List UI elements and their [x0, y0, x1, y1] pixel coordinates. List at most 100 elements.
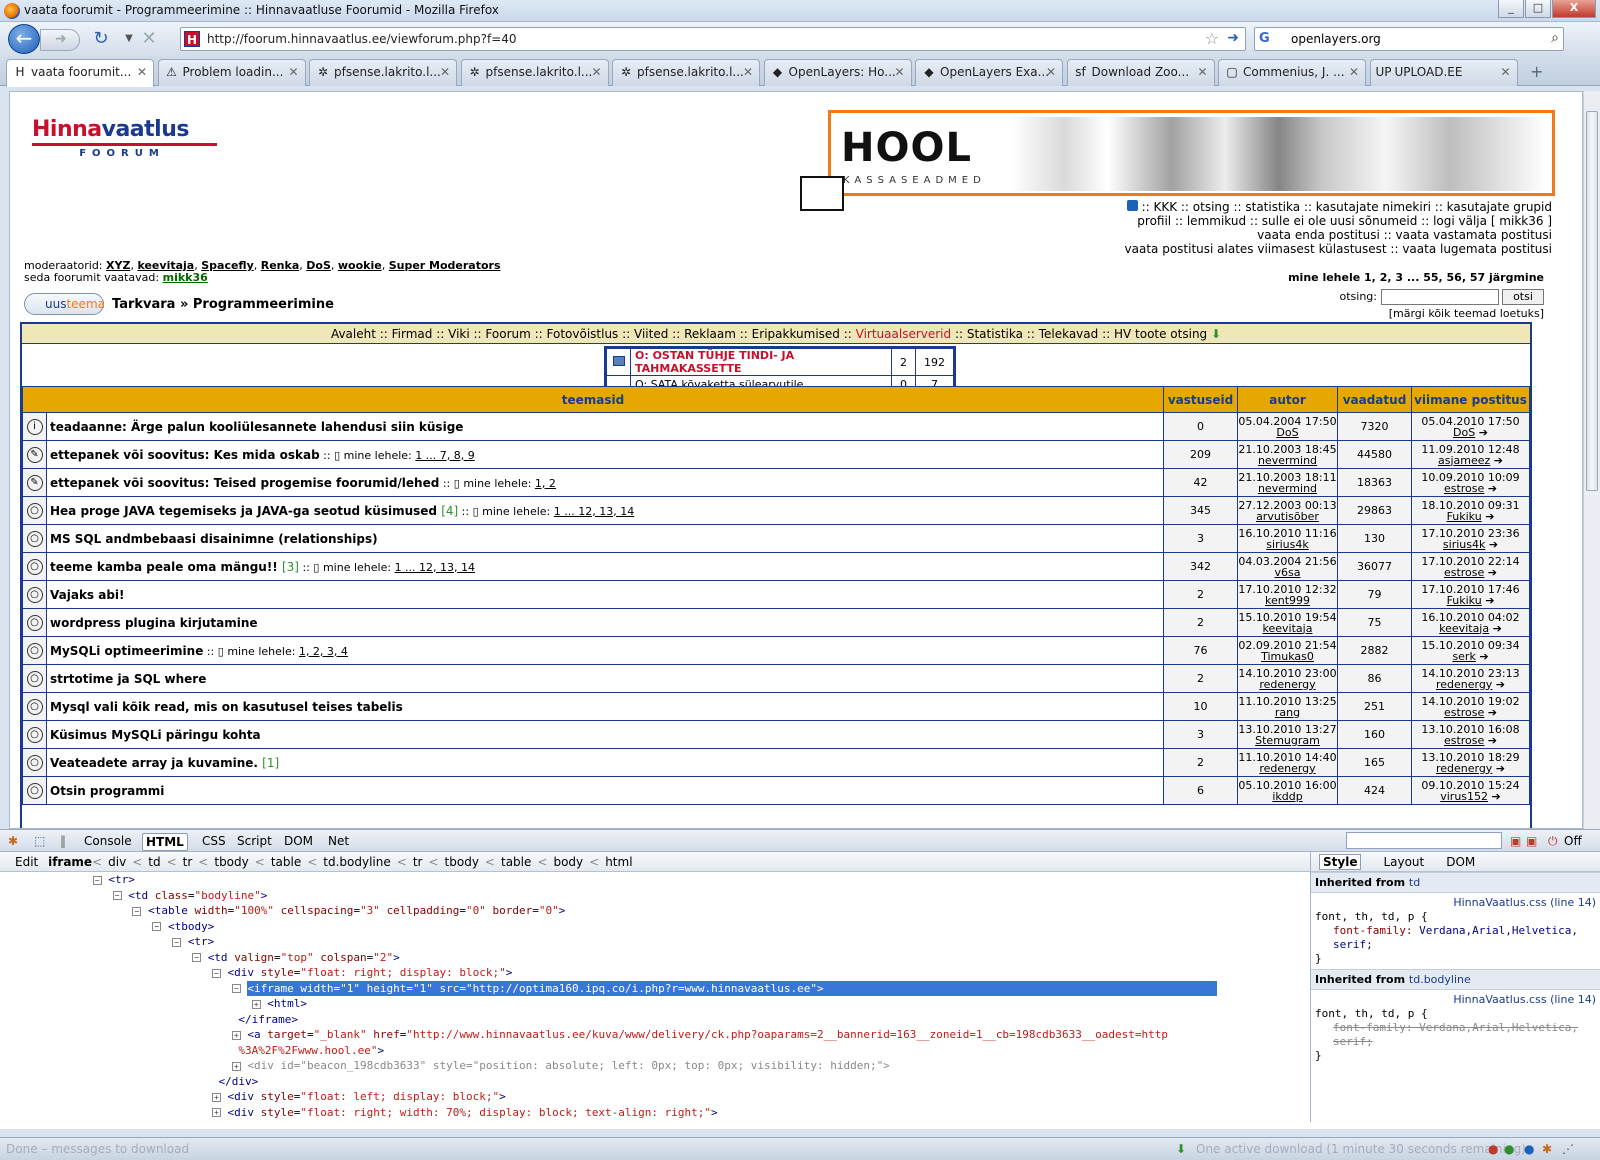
css-source-link[interactable]: HinnaVaatlus.css (line 14) — [1453, 896, 1596, 910]
css-property[interactable]: font-family: — [1333, 924, 1412, 937]
firebug-tab-net[interactable]: Net — [328, 833, 349, 849]
topic-title[interactable]: Hea proge JAVA tegemiseks ja JAVA-ga seo… — [50, 504, 437, 518]
ad-title[interactable]: O: OSTAN TÜHJE TINDI- JA TAHMAKASSETTE — [630, 348, 892, 376]
firebug-bug-icon[interactable]: ✱ — [8, 833, 18, 849]
back-button[interactable]: ← — [8, 24, 40, 54]
firebug-status-icon[interactable]: ✱ — [1542, 1138, 1552, 1160]
topic-title[interactable]: Vajaks abi! — [50, 588, 125, 602]
goto-last-post-icon[interactable]: ➔ — [1482, 510, 1494, 523]
author-link[interactable]: redenergy — [1259, 762, 1315, 775]
table-row[interactable]: i teadaanne: Ärge palun kooliülesannete l… — [22, 412, 1530, 441]
goto-last-post-icon[interactable]: ➔ — [1475, 426, 1488, 439]
table-row[interactable]: ○ Küsimus MySQLi päringu kohta 3 13.10.2010… — [22, 720, 1530, 749]
last-post-user[interactable]: DoS — [1453, 426, 1475, 439]
topic-title[interactable]: Otsin programmi — [50, 784, 164, 798]
goto-last-post-icon[interactable]: ➔ — [1492, 762, 1505, 775]
table-row[interactable]: ○ Otsin programmi 6 05.10.2010 16:00 ikddp 42… — [22, 776, 1530, 805]
goto-last-post-icon[interactable]: ➔ — [1482, 594, 1494, 607]
status-right[interactable]: One active download (1 minute 30 seconds… — [1196, 1138, 1526, 1160]
side-tab-style[interactable]: Style — [1319, 854, 1362, 870]
stop-icon[interactable]: ✕ — [138, 28, 160, 50]
goto-last-post-icon[interactable]: ➔ — [1484, 706, 1497, 719]
css-value-3[interactable]: Verdana,Arial,Helvetica, — [1419, 1021, 1578, 1034]
resize-grip-icon[interactable]: ⋰ — [1562, 1138, 1574, 1160]
power-icon[interactable]: ⏻ — [1548, 833, 1558, 849]
new-tab-icon[interactable]: + — [1530, 62, 1543, 81]
tab-close-icon[interactable]: ✕ — [137, 60, 147, 84]
breadcrumb-item[interactable]: table — [501, 855, 531, 869]
firebug-tab-console[interactable]: Console — [84, 833, 132, 849]
tab-5[interactable]: ◆ OpenLayers: Ho... ✕ — [763, 59, 912, 86]
tab-1[interactable]: ⚠ Problem loadin... ✕ — [157, 59, 306, 86]
tree-line[interactable]: − <div style="float: right; display: blo… — [0, 965, 1294, 981]
table-row[interactable]: ○ MySQLi optimeerimine :: ▯ mine lehele: … — [22, 636, 1530, 665]
tab-8[interactable]: ▢ Commenius, J. ... ✕ — [1218, 59, 1366, 86]
minimize-button[interactable]: _ — [1498, 0, 1524, 18]
tree-line[interactable]: + <a target="_blank" href="http://www.hi… — [0, 1027, 1294, 1043]
tab-close-icon[interactable]: ✕ — [1500, 60, 1510, 84]
goto-last-post-icon[interactable]: ➔ — [1492, 678, 1505, 691]
menu-item[interactable]: Avaleht — [331, 327, 376, 341]
author-link[interactable]: nevermind — [1258, 482, 1317, 495]
last-post-user[interactable]: estrose — [1444, 482, 1484, 495]
minimize-firebug-icon[interactable]: ▣ — [1510, 833, 1521, 849]
mark-read-link[interactable]: [märgi kõik teemad loetuks] — [1389, 307, 1544, 320]
topic-title[interactable]: teadaanne: Ärge palun kooliülesannete la… — [50, 420, 463, 434]
abp-icon[interactable]: ● — [1504, 1138, 1514, 1160]
topic-title[interactable]: MySQLi optimeerimine — [50, 644, 203, 658]
tab-3[interactable]: ✲ pfsense.lakrito.l... ✕ — [460, 59, 609, 86]
viewer-link[interactable]: mikk36 — [163, 271, 208, 284]
topic-page-links[interactable]: 1, 2, 3, 4 — [299, 645, 348, 658]
goto-last-post-icon[interactable]: ➔ — [1484, 566, 1497, 579]
tab-close-icon[interactable]: ✕ — [743, 60, 753, 84]
menu-item[interactable]: Telekavad — [1039, 327, 1099, 341]
links-line-4[interactable]: vaata postitusi alates viimasest külastu… — [852, 242, 1552, 256]
last-post-user[interactable]: serk — [1452, 650, 1475, 663]
tab-6[interactable]: ◆ OpenLayers Exa... ✕ — [915, 59, 1063, 86]
table-row[interactable]: ○ MS SQL andmbebaasi disainimne (relation… — [22, 524, 1530, 553]
table-row[interactable]: ○ Hea proge JAVA tegemiseks ja JAVA-ga se… — [22, 496, 1530, 525]
menu-item[interactable]: Virtuaalserverid — [856, 327, 952, 341]
hool-banner[interactable]: HOOL KASSASEADMED — [828, 110, 1555, 196]
pagination[interactable]: mine lehele 1, 2, 3 ... 55, 56, 57 järgm… — [1288, 271, 1544, 284]
tab-2[interactable]: ✲ pfsense.lakrito.l... ✕ — [309, 59, 457, 86]
breadcrumb-item[interactable]: tbody — [445, 855, 479, 869]
tab-close-icon[interactable]: ✕ — [288, 60, 298, 84]
css-value[interactable]: Verdana,Arial,Helvetica, — [1419, 924, 1578, 937]
url-bar[interactable]: H http://foorum.hinnavaatlus.ee/viewforu… — [180, 27, 1246, 51]
tab-7[interactable]: sf Download Zoo... ✕ — [1066, 59, 1215, 86]
menu-item[interactable]: Foorum — [485, 327, 530, 341]
table-row[interactable]: ✎ ettepanek või soovitus: Kes mida oskab … — [22, 440, 1530, 469]
new-topic-button[interactable]: uusteema — [24, 293, 105, 315]
links-line-2[interactable]: profiil :: lemmikud :: sulle ei ole uusi… — [852, 214, 1552, 228]
firebug-search-input[interactable] — [1346, 832, 1502, 849]
site-logo[interactable]: Hinnavaatlus FOORUM — [32, 117, 222, 165]
table-row[interactable]: ○ Vajaks abi! 2 17.10.2010 12:32 kent999 79 17… — [22, 580, 1530, 609]
goto-last-post-icon[interactable]: ➔ — [1488, 790, 1501, 803]
breadcrumb-item[interactable]: tr — [183, 855, 193, 869]
moderator-link[interactable]: Renka — [261, 259, 300, 272]
tab-close-icon[interactable]: ✕ — [1046, 60, 1056, 84]
forward-button[interactable]: ➜ — [40, 29, 80, 51]
tree-line[interactable]: − <table width="100%" cellspacing="3" ce… — [0, 903, 1294, 919]
author-link[interactable]: ikddp — [1272, 790, 1302, 803]
tree-line[interactable]: − <tr> — [0, 934, 1294, 950]
goto-last-post-icon[interactable]: ➔ — [1485, 538, 1498, 551]
download-icon[interactable]: ⬇ — [1176, 1138, 1186, 1160]
css-rule[interactable]: HinnaVaatlus.css (line 14) font, th, td,… — [1311, 893, 1600, 969]
last-post-user[interactable]: Fukiku — [1447, 510, 1482, 523]
close-button[interactable]: X — [1552, 0, 1596, 18]
moderator-link[interactable]: wookie — [338, 259, 382, 272]
firebug-tab-css[interactable]: CSS — [202, 833, 226, 849]
goto-last-post-icon[interactable]: ➔ — [1484, 482, 1497, 495]
goto-last-post-icon[interactable]: ➔ — [1476, 650, 1488, 663]
topic-title[interactable]: MS SQL andmbebaasi disainimne (relations… — [50, 532, 378, 546]
css-value-2[interactable]: serif; — [1333, 938, 1373, 951]
table-row[interactable]: ○ strtotime ja SQL where 2 14.10.2010 23:00… — [22, 664, 1530, 693]
author-link[interactable]: redenergy — [1259, 678, 1315, 691]
menu-item[interactable]: Fotovõistlus — [547, 327, 619, 341]
table-row[interactable]: ○ teeme kamba peale oma mängu!! [3] :: ▯ … — [22, 552, 1530, 581]
tree-line[interactable]: − <td valign="top" colspan="2"> — [0, 950, 1294, 966]
menu-item[interactable]: Viited — [634, 327, 668, 341]
tab-4[interactable]: ✲ pfsense.lakrito.l... ✕ — [612, 59, 760, 86]
